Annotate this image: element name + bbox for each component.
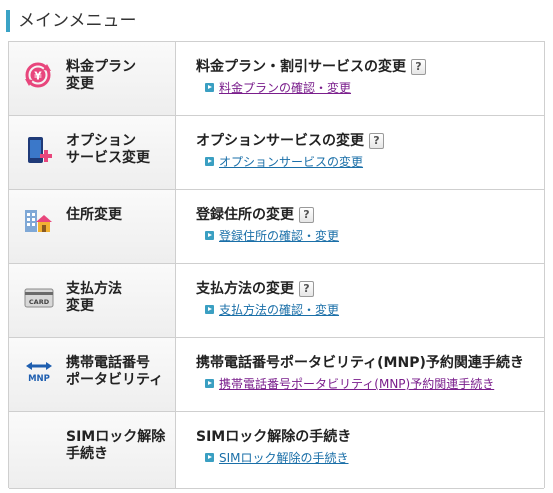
link-line: オプションサービスの変更 (205, 154, 363, 170)
link-line: 支払方法の確認・変更 (205, 302, 339, 318)
smartphone-plus-icon (28, 137, 52, 163)
yen-cycle-icon: ¥ (25, 62, 51, 88)
category-label: 携帯電話番号 ポータビリティ (66, 355, 164, 388)
link-line: SIMロック解除の手続き (205, 450, 349, 466)
category-label: 料金プラン 変更 (66, 59, 136, 92)
building-house-icon (25, 210, 52, 232)
service-title: 携帯電話番号ポータビリティ(MNP)予約関連手続き (196, 355, 524, 371)
help-icon[interactable]: ? (299, 281, 314, 297)
link-line: 携帯電話番号ポータビリティ(MNP)予約関連手続き (205, 376, 494, 392)
svg-text:¥: ¥ (34, 70, 42, 83)
service-title: オプションサービスの変更? (196, 132, 384, 150)
option-service-link[interactable]: オプションサービスの変更 (219, 155, 363, 169)
help-icon[interactable]: ? (299, 207, 314, 223)
service-title: 支払方法の変更? (196, 280, 314, 298)
menu-row-mnp: MNP 携帯電話番号 ポータビリティ 携帯電話番号ポータビリティ(MNP)予約関… (9, 338, 544, 412)
arrow-right-icon (205, 305, 214, 314)
category-label: オプション サービス変更 (66, 133, 150, 166)
category-cell: オプション サービス変更 (9, 116, 176, 189)
service-cell: SIMロック解除の手続き SIMロック解除の手続き (177, 412, 544, 488)
help-icon[interactable]: ? (369, 133, 384, 149)
mnp-link[interactable]: 携帯電話番号ポータビリティ(MNP)予約関連手続き (219, 377, 494, 391)
menu-row-address-change: 住所変更 登録住所の変更? 登録住所の確認・変更 (9, 190, 544, 264)
address-change-link[interactable]: 登録住所の確認・変更 (219, 229, 339, 243)
menu-row-payment-method: CARD 支払方法 変更 支払方法の変更? 支払方法の確認・変更 (9, 264, 544, 338)
category-cell: SIMロック解除 手続き (9, 412, 176, 488)
category-cell: ¥ 料金プラン 変更 (9, 42, 176, 115)
section-title: メインメニュー (18, 11, 137, 31)
link-line: 登録住所の確認・変更 (205, 228, 339, 244)
category-label: 住所変更 (66, 207, 122, 223)
link-line: 料金プランの確認・変更 (205, 80, 351, 96)
help-icon[interactable]: ? (411, 59, 426, 75)
category-cell: CARD 支払方法 変更 (9, 264, 176, 337)
mnp-arrows-icon: MNP (26, 362, 52, 384)
service-cell: 登録住所の変更? 登録住所の確認・変更 (177, 190, 544, 263)
service-cell: 携帯電話番号ポータビリティ(MNP)予約関連手続き 携帯電話番号ポータビリティ(… (177, 338, 544, 411)
category-label: SIMロック解除 手続き (66, 429, 166, 462)
menu-row-option-service: オプション サービス変更 オプションサービスの変更? オプションサービスの変更 (9, 116, 544, 190)
service-cell: 支払方法の変更? 支払方法の確認・変更 (177, 264, 544, 337)
arrow-right-icon (205, 83, 214, 92)
plan-change-link[interactable]: 料金プランの確認・変更 (219, 81, 351, 95)
category-cell: 住所変更 (9, 190, 176, 263)
arrow-right-icon (205, 379, 214, 388)
sim-unlock-link[interactable]: SIMロック解除の手続き (219, 451, 349, 465)
service-title: SIMロック解除の手続き (196, 429, 352, 445)
category-label: 支払方法 変更 (66, 281, 122, 314)
service-cell: オプションサービスの変更? オプションサービスの変更 (177, 116, 544, 189)
card-icon-text: CARD (29, 298, 50, 306)
arrow-right-icon (205, 453, 214, 462)
arrow-right-icon (205, 231, 214, 240)
menu-row-sim-unlock: SIMロック解除 手続き SIMロック解除の手続き SIMロック解除の手続き (9, 412, 544, 489)
service-title: 料金プラン・割引サービスの変更? (196, 58, 426, 76)
arrow-right-icon (205, 157, 214, 166)
payment-method-link[interactable]: 支払方法の確認・変更 (219, 303, 339, 317)
card-icon: CARD (24, 288, 54, 308)
menu-row-plan-change: ¥ 料金プラン 変更 料金プラン・割引サービスの変更? 料金プランの確認・変更 (9, 42, 544, 116)
header-accent-bar (6, 10, 10, 32)
mnp-icon-text: MNP (28, 374, 50, 384)
category-cell: MNP 携帯電話番号 ポータビリティ (9, 338, 176, 411)
service-cell: 料金プラン・割引サービスの変更? 料金プランの確認・変更 (177, 42, 544, 115)
section-header: メインメニュー (6, 8, 546, 34)
service-title: 登録住所の変更? (196, 206, 314, 224)
main-menu-table: ¥ 料金プラン 変更 料金プラン・割引サービスの変更? 料金プランの確認・変更 … (8, 41, 545, 489)
